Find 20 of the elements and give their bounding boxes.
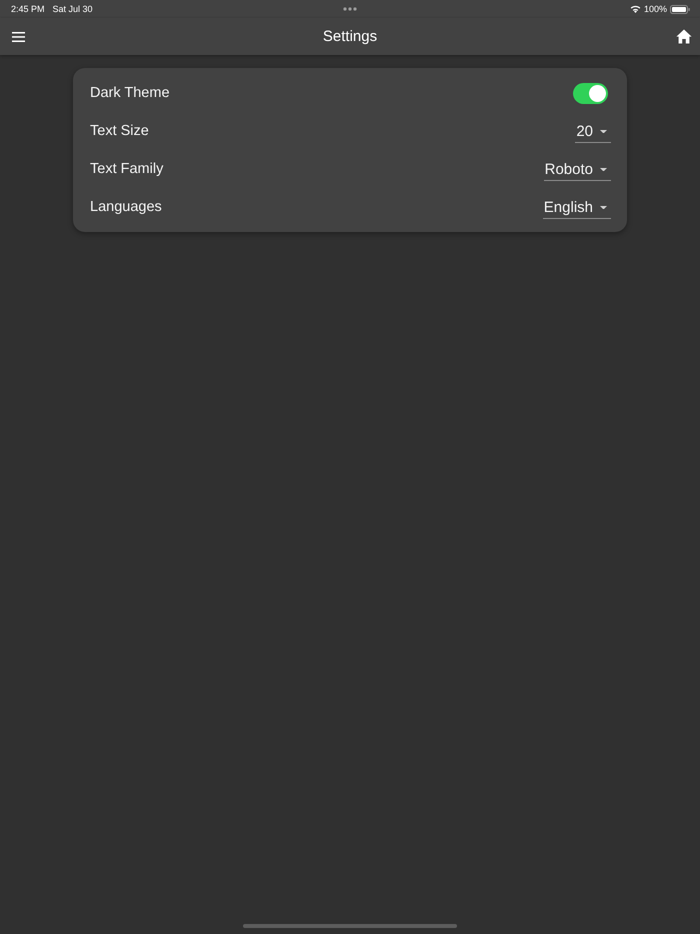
caret-icon bbox=[600, 206, 607, 210]
dropdown-field[interactable]: English bbox=[542, 199, 611, 219]
dropdown-field[interactable]: 20 bbox=[575, 123, 611, 143]
more-dots-icon bbox=[343, 7, 357, 11]
battery-percent: 100% bbox=[644, 4, 667, 14]
status-time: 2:45 PM bbox=[11, 4, 45, 14]
dropdown-field[interactable]: Roboto bbox=[544, 161, 611, 181]
home-icon[interactable] bbox=[676, 29, 692, 44]
setting-label: Text Size bbox=[90, 123, 149, 139]
page-title: Settings bbox=[322, 28, 378, 45]
setting-label: Languages bbox=[90, 199, 162, 215]
setting-label: Text Family bbox=[90, 161, 164, 177]
toggle-switch[interactable] bbox=[573, 82, 608, 104]
menu-icon[interactable] bbox=[12, 32, 25, 42]
wifi-icon bbox=[630, 5, 641, 13]
setting-label: Dark Theme bbox=[90, 85, 170, 101]
status-date: Sat Jul 30 bbox=[52, 4, 93, 14]
caret-icon bbox=[600, 130, 607, 134]
battery-icon bbox=[670, 4, 690, 14]
caret-icon bbox=[600, 168, 607, 172]
